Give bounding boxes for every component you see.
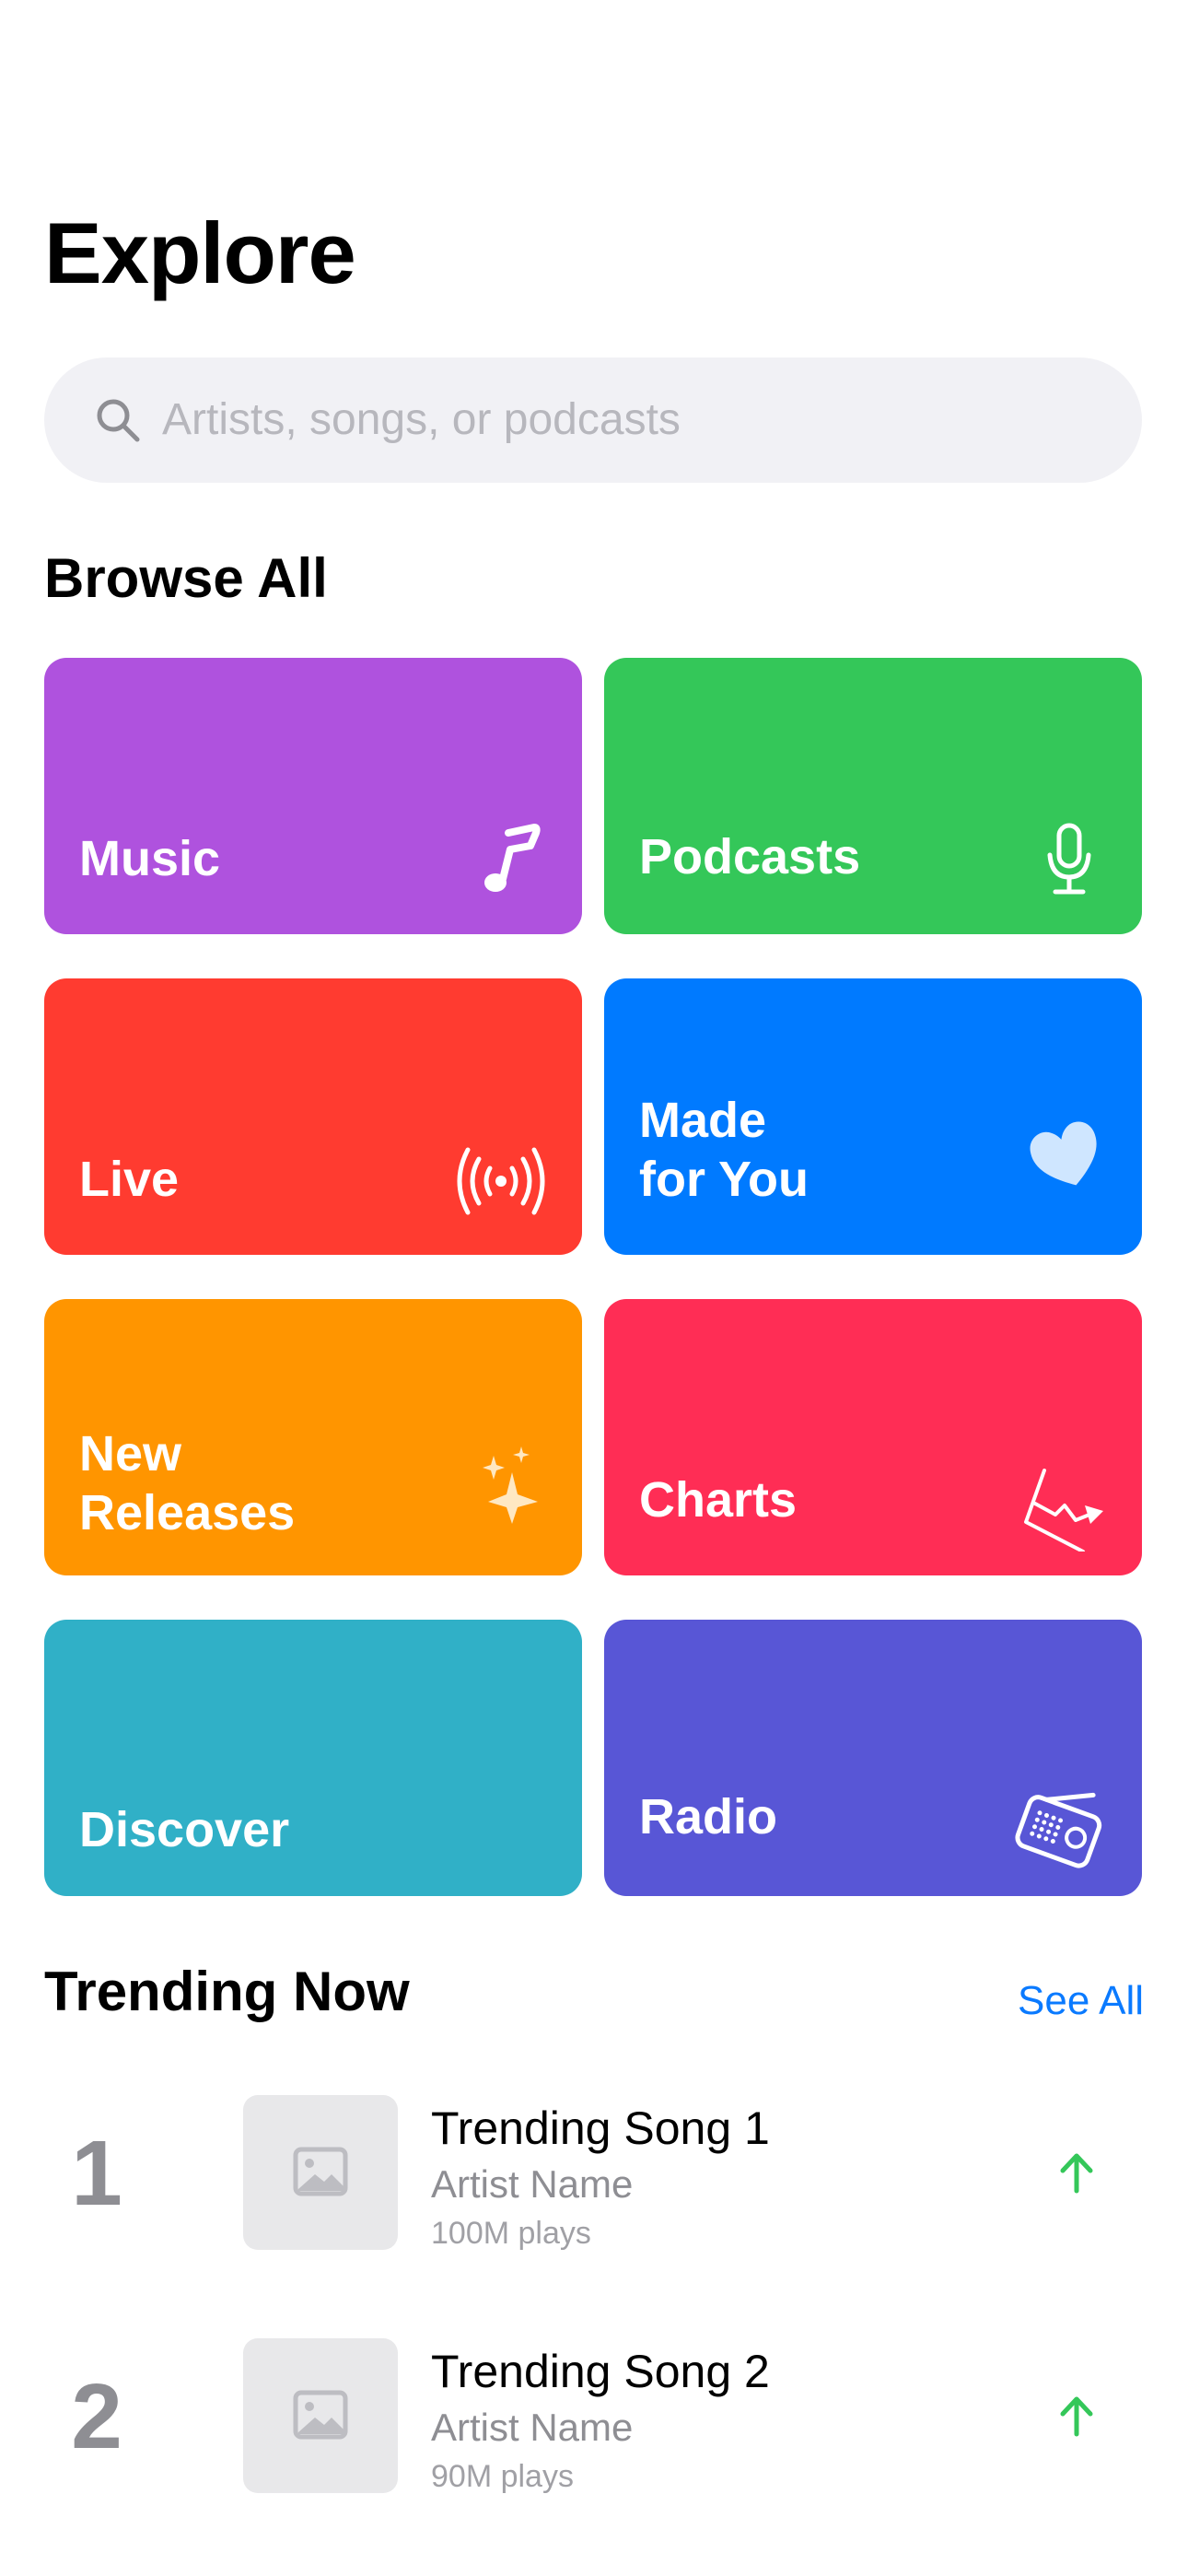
image-placeholder-icon [293,2147,348,2196]
tile-radio[interactable]: Radio [604,1620,1142,1896]
broadcast-icon [457,1147,545,1215]
search-icon [97,399,140,442]
trend-up-icon [1060,2153,1093,2194]
tile-label: Music [79,831,221,886]
album-art [243,2095,398,2250]
tile-label: Radio [639,1789,778,1844]
artist-name: Artist Name [431,2162,634,2206]
tile-made-for-you[interactable]: Made for You [604,978,1142,1255]
rank-number: 2 [71,2365,122,2468]
trend-up-icon [1060,2396,1093,2437]
tile-label: Made for You [639,1093,809,1207]
search-input[interactable]: Artists, songs, or podcasts [162,357,681,483]
microphone-icon [1047,823,1091,895]
sparkles-icon [483,1446,538,1524]
page-title: Explore [44,205,356,301]
chart-icon [1024,1469,1103,1551]
tile-label: Charts [639,1472,798,1528]
radio-icon [1015,1792,1102,1868]
tile-new-releases[interactable]: New Releases [44,1299,582,1575]
tile-podcasts[interactable]: Podcasts [604,658,1142,934]
rank-number: 1 [71,2122,122,2225]
see-all-link[interactable]: See All [1018,1981,1144,2021]
tile-live[interactable]: Live [44,978,582,1255]
search-bar[interactable]: Artists, songs, or podcasts [44,357,1142,483]
song-title: Trending Song 2 [431,2346,770,2397]
music-note-icon [484,824,541,892]
tile-music[interactable]: Music [44,658,582,934]
tile-label: Live [79,1152,180,1207]
tile-charts[interactable]: Charts [604,1299,1142,1575]
play-count: 90M plays [431,2459,574,2494]
song-title: Trending Song 1 [431,2102,770,2154]
image-placeholder-icon [293,2390,348,2440]
trending-now-title: Trending Now [44,1961,410,2022]
tile-label: Discover [79,1802,290,1857]
browse-all-title: Browse All [44,547,328,609]
album-art [243,2338,398,2493]
tile-label: Podcasts [639,829,861,884]
tile-label: New Releases [79,1426,296,1540]
list-item[interactable]: 1 Trending Song 1 Artist Name 100M plays [0,2095,1188,2252]
list-item[interactable]: 2 Trending Song 2 Artist Name 90M plays [0,2338,1188,2495]
heart-icon [1030,1121,1097,1186]
play-count: 100M plays [431,2216,591,2251]
artist-name: Artist Name [431,2406,634,2449]
tile-discover[interactable]: Discover [44,1620,582,1896]
